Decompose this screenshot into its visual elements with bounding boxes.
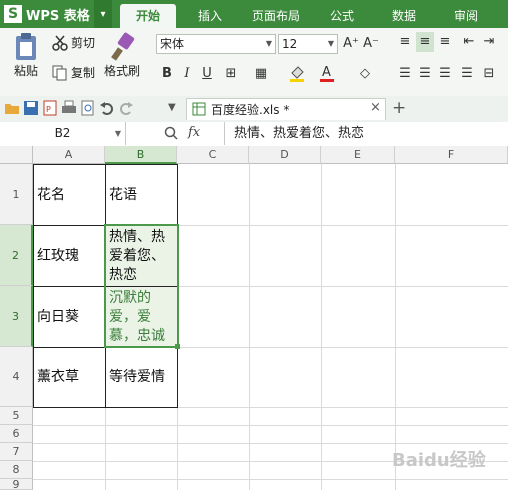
tab-formulas[interactable]: 公式 (318, 4, 366, 28)
column-header-c[interactable]: C (177, 146, 249, 164)
paste-button[interactable]: 粘贴 (6, 32, 46, 79)
fx-icon[interactable]: fx (188, 125, 200, 140)
font-color-icon[interactable]: A (318, 64, 336, 84)
undo-icon[interactable] (99, 100, 115, 116)
outdent-icon[interactable]: ⇤ (460, 32, 478, 52)
cell-b3[interactable]: 沉默的爱，爱慕，忠诚 (105, 286, 178, 348)
justify-icon[interactable]: ☰ (458, 64, 476, 84)
customize-qa-icon[interactable]: ▼ (168, 102, 176, 113)
select-all-corner[interactable] (0, 146, 33, 164)
font-size-combo[interactable]: 12 ▼ (278, 34, 338, 54)
clipboard-icon (16, 33, 36, 60)
new-tab-icon[interactable]: + (392, 98, 406, 118)
zoom-search-icon[interactable] (164, 126, 178, 140)
indent-icon[interactable]: ⇥ (480, 32, 498, 52)
column-header-b[interactable]: B (105, 146, 177, 164)
fill-color-icon[interactable] (288, 64, 306, 84)
spreadsheet-grid: A B C D E F 1 2 3 4 5 6 7 8 9 花名 花语 红玫瑰 … (0, 146, 508, 491)
copy-button[interactable]: 复制 (52, 64, 95, 81)
cell-a1[interactable]: 花名 (33, 164, 106, 226)
fill-handle[interactable] (175, 344, 180, 349)
paintbrush-icon (111, 32, 135, 61)
ribbon-toolbar: 粘贴 剪切 复制 格式刷 宋体 ▼ 12 ▼ A⁺ A⁻ B I U ⊞ ▦ A… (0, 28, 508, 97)
cell-reference: B2 (54, 126, 71, 140)
name-box[interactable]: B2 ▼ (0, 122, 126, 145)
align-middle-icon[interactable]: ≡ (416, 32, 434, 52)
cut-label: 剪切 (71, 36, 96, 50)
formula-bar: B2 ▼ fx 热情、热爱着您、热恋 (0, 122, 508, 147)
row-header-6[interactable]: 6 (0, 425, 33, 443)
spreadsheet-file-icon (192, 102, 206, 116)
wps-logo-icon: S (4, 5, 22, 23)
chevron-down-icon: ▼ (265, 39, 272, 48)
row-header-4[interactable]: 4 (0, 347, 33, 407)
cell-a2[interactable]: 红玫瑰 (33, 225, 106, 287)
copy-label: 复制 (71, 66, 96, 80)
align-center-icon[interactable]: ☰ (416, 64, 434, 84)
chevron-down-icon: ▼ (327, 39, 334, 48)
clear-format-icon[interactable]: ◇ (356, 64, 374, 84)
format-painter-button[interactable]: 格式刷 (102, 32, 142, 79)
tab-page-layout[interactable]: 页面布局 (244, 4, 308, 28)
redo-icon[interactable] (118, 100, 134, 116)
italic-button[interactable]: I (178, 64, 196, 84)
svg-text:A: A (322, 65, 331, 80)
app-name: WPS 表格 (26, 8, 90, 24)
row-header-1[interactable]: 1 (0, 164, 33, 225)
row-header-9[interactable]: 9 (0, 478, 33, 491)
formula-input[interactable]: 热情、热爱着您、热恋 (234, 122, 364, 145)
column-header-e[interactable]: E (321, 146, 395, 164)
distributed-icon[interactable]: ⊟ (480, 64, 498, 84)
align-top-icon[interactable]: ≡ (396, 32, 414, 52)
paste-label: 粘贴 (13, 64, 38, 78)
row-header-2[interactable]: 2 (0, 225, 33, 286)
export-pdf-icon[interactable]: P (42, 100, 58, 116)
format-painter-label: 格式刷 (103, 64, 140, 78)
increase-font-icon[interactable]: A⁺ (342, 34, 360, 54)
cell-a3[interactable]: 向日葵 (33, 286, 106, 348)
watermark: Baidu经验 (392, 450, 486, 471)
row-header-8[interactable]: 8 (0, 461, 33, 479)
border-icon[interactable]: ⊞ (222, 64, 240, 84)
decrease-font-icon[interactable]: A⁻ (362, 34, 380, 54)
svg-text:P: P (46, 105, 51, 114)
copy-icon (52, 65, 67, 80)
fill-pattern-icon[interactable]: ▦ (252, 64, 270, 84)
chevron-down-icon[interactable]: ▼ (115, 122, 121, 145)
cell-b4[interactable]: 等待爱情 (105, 347, 178, 408)
open-folder-icon[interactable] (4, 100, 20, 116)
tab-review[interactable]: 审阅 (442, 4, 490, 28)
font-name-value: 宋体 (160, 37, 185, 51)
print-preview-icon[interactable] (80, 100, 96, 116)
cut-button[interactable]: 剪切 (52, 34, 95, 51)
align-left-icon[interactable]: ☰ (396, 64, 414, 84)
column-header-a[interactable]: A (33, 146, 105, 164)
font-name-combo[interactable]: 宋体 ▼ (156, 34, 276, 54)
align-right-icon[interactable]: ☰ (436, 64, 454, 84)
scissors-icon (52, 35, 68, 51)
document-tab-title: 百度经验.xls * (211, 103, 290, 117)
font-size-value: 12 (282, 37, 298, 51)
underline-button[interactable]: U (198, 64, 216, 84)
tab-home[interactable]: 开始 (120, 4, 176, 28)
tab-insert[interactable]: 插入 (186, 4, 234, 28)
close-tab-icon[interactable]: × (370, 100, 381, 115)
tab-data[interactable]: 数据 (378, 4, 430, 28)
align-bottom-icon[interactable]: ≡ (436, 32, 454, 52)
app-dropdown-button[interactable]: ▾ (94, 0, 112, 28)
column-header-f[interactable]: F (395, 146, 508, 164)
cell-b1[interactable]: 花语 (105, 164, 178, 226)
row-header-3[interactable]: 3 (0, 286, 33, 347)
cell-b2[interactable]: 热情、热爱着您、热恋 (105, 225, 178, 287)
save-icon[interactable] (23, 100, 39, 116)
print-icon[interactable] (61, 100, 77, 116)
row-header-7[interactable]: 7 (0, 443, 33, 461)
bold-button[interactable]: B (158, 64, 176, 84)
document-tab[interactable]: 百度经验.xls * × (186, 98, 386, 120)
row-header-5[interactable]: 5 (0, 407, 33, 425)
column-header-d[interactable]: D (249, 146, 321, 164)
cell-a4[interactable]: 薰衣草 (33, 347, 106, 408)
